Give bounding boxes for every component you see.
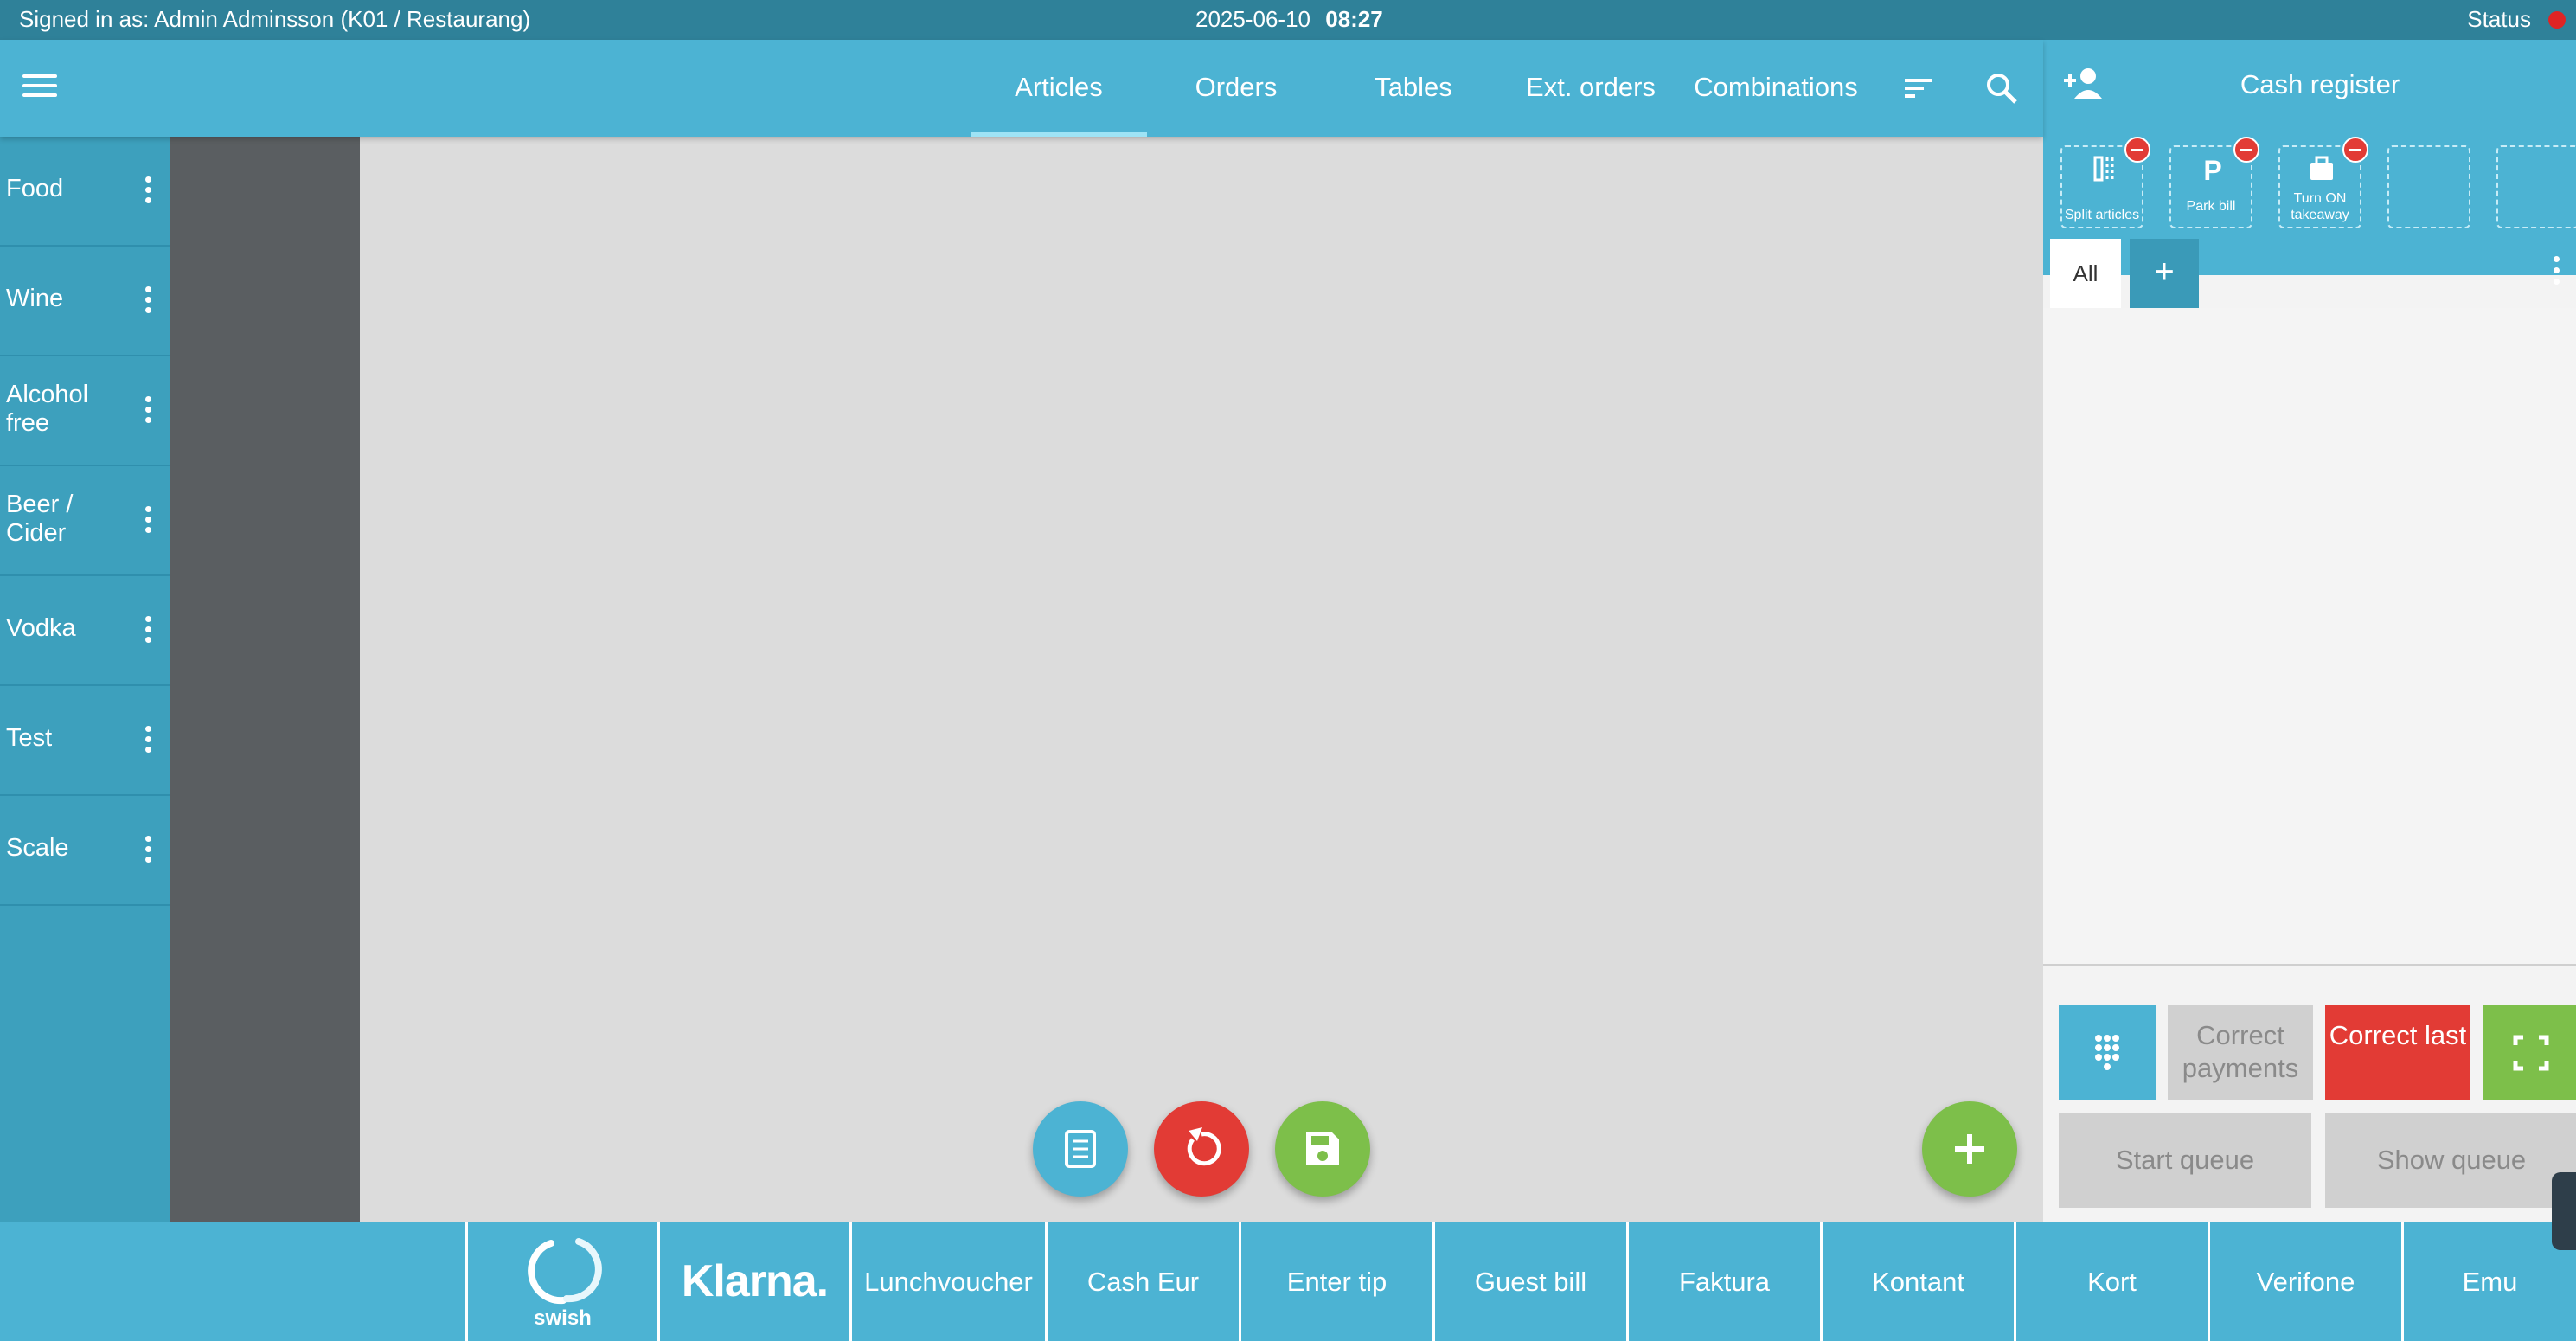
correct-last-button[interactable]: Correct last: [2325, 1005, 2470, 1100]
add-person-icon[interactable]: [2062, 66, 2105, 100]
more-vert-icon[interactable]: [142, 396, 154, 427]
svg-text:P: P: [2203, 155, 2221, 183]
more-vert-icon[interactable]: [142, 286, 154, 318]
receipt-button[interactable]: [1033, 1101, 1128, 1197]
category-sidebar: Food Wine Alcohol free Beer / Cider Vodk…: [0, 137, 170, 1222]
category-scale[interactable]: Scale: [0, 796, 170, 906]
keypad-button[interactable]: [2059, 1005, 2156, 1100]
split-articles-button[interactable]: Split articles: [2060, 137, 2150, 228]
payment-faktura[interactable]: Faktura: [1626, 1222, 1820, 1341]
payment-emu[interactable]: Emu: [2401, 1222, 2576, 1341]
payment-kort[interactable]: Kort: [2014, 1222, 2208, 1341]
add-article-button[interactable]: [1922, 1101, 2017, 1197]
tab-articles[interactable]: Articles: [971, 40, 1147, 137]
remove-icon[interactable]: [2233, 137, 2259, 163]
register-header: Cash register: [2043, 40, 2576, 137]
category-label: Wine: [6, 285, 64, 312]
signed-in-text: Signed in as: Admin Adminsson (K01 / Res…: [19, 6, 531, 32]
quick-button-label: Park bill: [2186, 199, 2236, 214]
start-queue-button[interactable]: Start queue: [2059, 1113, 2311, 1208]
remove-icon[interactable]: [2342, 137, 2368, 163]
undo-icon: [1187, 1127, 1221, 1166]
more-vert-icon[interactable]: [142, 726, 154, 757]
category-beer-cider[interactable]: Beer / Cider: [0, 466, 170, 576]
category-label: Scale: [6, 834, 69, 862]
undo-button[interactable]: [1154, 1101, 1249, 1197]
status-label[interactable]: Status: [2467, 6, 2531, 33]
payment-verifone[interactable]: Verifone: [2208, 1222, 2401, 1341]
subcategory-panel: [170, 137, 360, 1222]
payment-guest-bill[interactable]: Guest bill: [1432, 1222, 1626, 1341]
app-root: Signed in as: Admin Adminsson (K01 / Res…: [0, 0, 2576, 1341]
tab-combinations[interactable]: Combinations: [1682, 40, 1870, 137]
quick-button-label: Split articles: [2064, 208, 2140, 222]
category-vodka[interactable]: Vodka: [0, 576, 170, 686]
date-text: 2025-06-10: [1195, 6, 1310, 32]
swish-label: swish: [534, 1306, 592, 1330]
category-label: Test: [6, 724, 53, 752]
menu-icon[interactable]: [22, 74, 57, 100]
time-text: 08:27: [1325, 6, 1383, 32]
category-wine[interactable]: Wine: [0, 247, 170, 356]
remove-icon[interactable]: [2124, 137, 2150, 163]
payment-kontant[interactable]: Kontant: [1820, 1222, 2014, 1341]
top-nav: Articles Orders Tables Ext. orders Combi…: [0, 40, 2043, 137]
tab-ext-orders[interactable]: Ext. orders: [1514, 40, 1668, 137]
fullscreen-icon: [2513, 1035, 2549, 1071]
filter-all-tab[interactable]: All: [2050, 239, 2121, 308]
category-label: Beer / Cider: [6, 491, 74, 547]
status-bar: Signed in as: Admin Adminsson (K01 / Res…: [0, 0, 2576, 40]
payment-lunchvoucher[interactable]: Lunchvoucher: [849, 1222, 1045, 1341]
quick-button-label: Turn ON takeaway: [2291, 191, 2349, 222]
more-vert-icon[interactable]: [142, 836, 154, 867]
category-label: Food: [6, 175, 64, 202]
more-vert-icon[interactable]: [2550, 256, 2562, 291]
side-handle[interactable]: [2552, 1172, 2576, 1250]
swish-logo: [528, 1238, 602, 1305]
tab-tables[interactable]: Tables: [1332, 40, 1495, 137]
fullscreen-button[interactable]: [2483, 1005, 2576, 1100]
quick-buttons: Split articles P Park bill Turn ON takea…: [2043, 137, 2576, 275]
category-label: Vodka: [6, 614, 76, 642]
takeaway-button[interactable]: Turn ON takeaway: [2278, 137, 2368, 228]
save-button[interactable]: [1275, 1101, 1370, 1197]
payment-enter-tip[interactable]: Enter tip: [1239, 1222, 1432, 1341]
payment-bar: swish Klarna. Lunchvoucher Cash Eur Ente…: [0, 1222, 2576, 1341]
payment-cash-eur[interactable]: Cash Eur: [1045, 1222, 1239, 1341]
empty-quick-slot[interactable]: [2387, 145, 2470, 228]
cash-register-panel: Cash register Split articles P Park bill: [2043, 40, 2576, 1222]
receipt-icon: [1065, 1130, 1096, 1168]
show-queue-button[interactable]: Show queue: [2325, 1113, 2576, 1208]
payment-bar-spacer: [0, 1222, 465, 1341]
category-alcohol-free[interactable]: Alcohol free: [0, 356, 170, 466]
more-vert-icon[interactable]: [142, 506, 154, 537]
payment-klarna[interactable]: Klarna.: [657, 1222, 849, 1341]
register-title: Cash register: [2240, 69, 2400, 99]
category-label: Alcohol free: [6, 381, 89, 437]
more-vert-icon[interactable]: [142, 616, 154, 647]
date-time: 2025-06-10 08:27: [1195, 6, 1383, 33]
save-icon: [1306, 1132, 1339, 1165]
category-food[interactable]: Food: [0, 137, 170, 247]
plus-icon: [1955, 1134, 1984, 1164]
sort-icon[interactable]: [1901, 71, 1936, 106]
dialpad-icon: [2095, 1035, 2119, 1070]
park-bill-button[interactable]: P Park bill: [2169, 137, 2259, 228]
tab-orders[interactable]: Orders: [1159, 40, 1313, 137]
payment-swish[interactable]: swish: [465, 1222, 657, 1341]
add-filter-button[interactable]: +: [2130, 239, 2199, 308]
category-test[interactable]: Test: [0, 686, 170, 796]
search-icon[interactable]: [1984, 71, 2019, 106]
article-grid: [360, 137, 2043, 1222]
correct-payments-button[interactable]: Correct payments: [2168, 1005, 2313, 1100]
order-list: [2043, 308, 2576, 966]
more-vert-icon[interactable]: [142, 176, 154, 208]
status-indicator: [2548, 11, 2566, 29]
empty-quick-slot[interactable]: [2496, 145, 2576, 228]
